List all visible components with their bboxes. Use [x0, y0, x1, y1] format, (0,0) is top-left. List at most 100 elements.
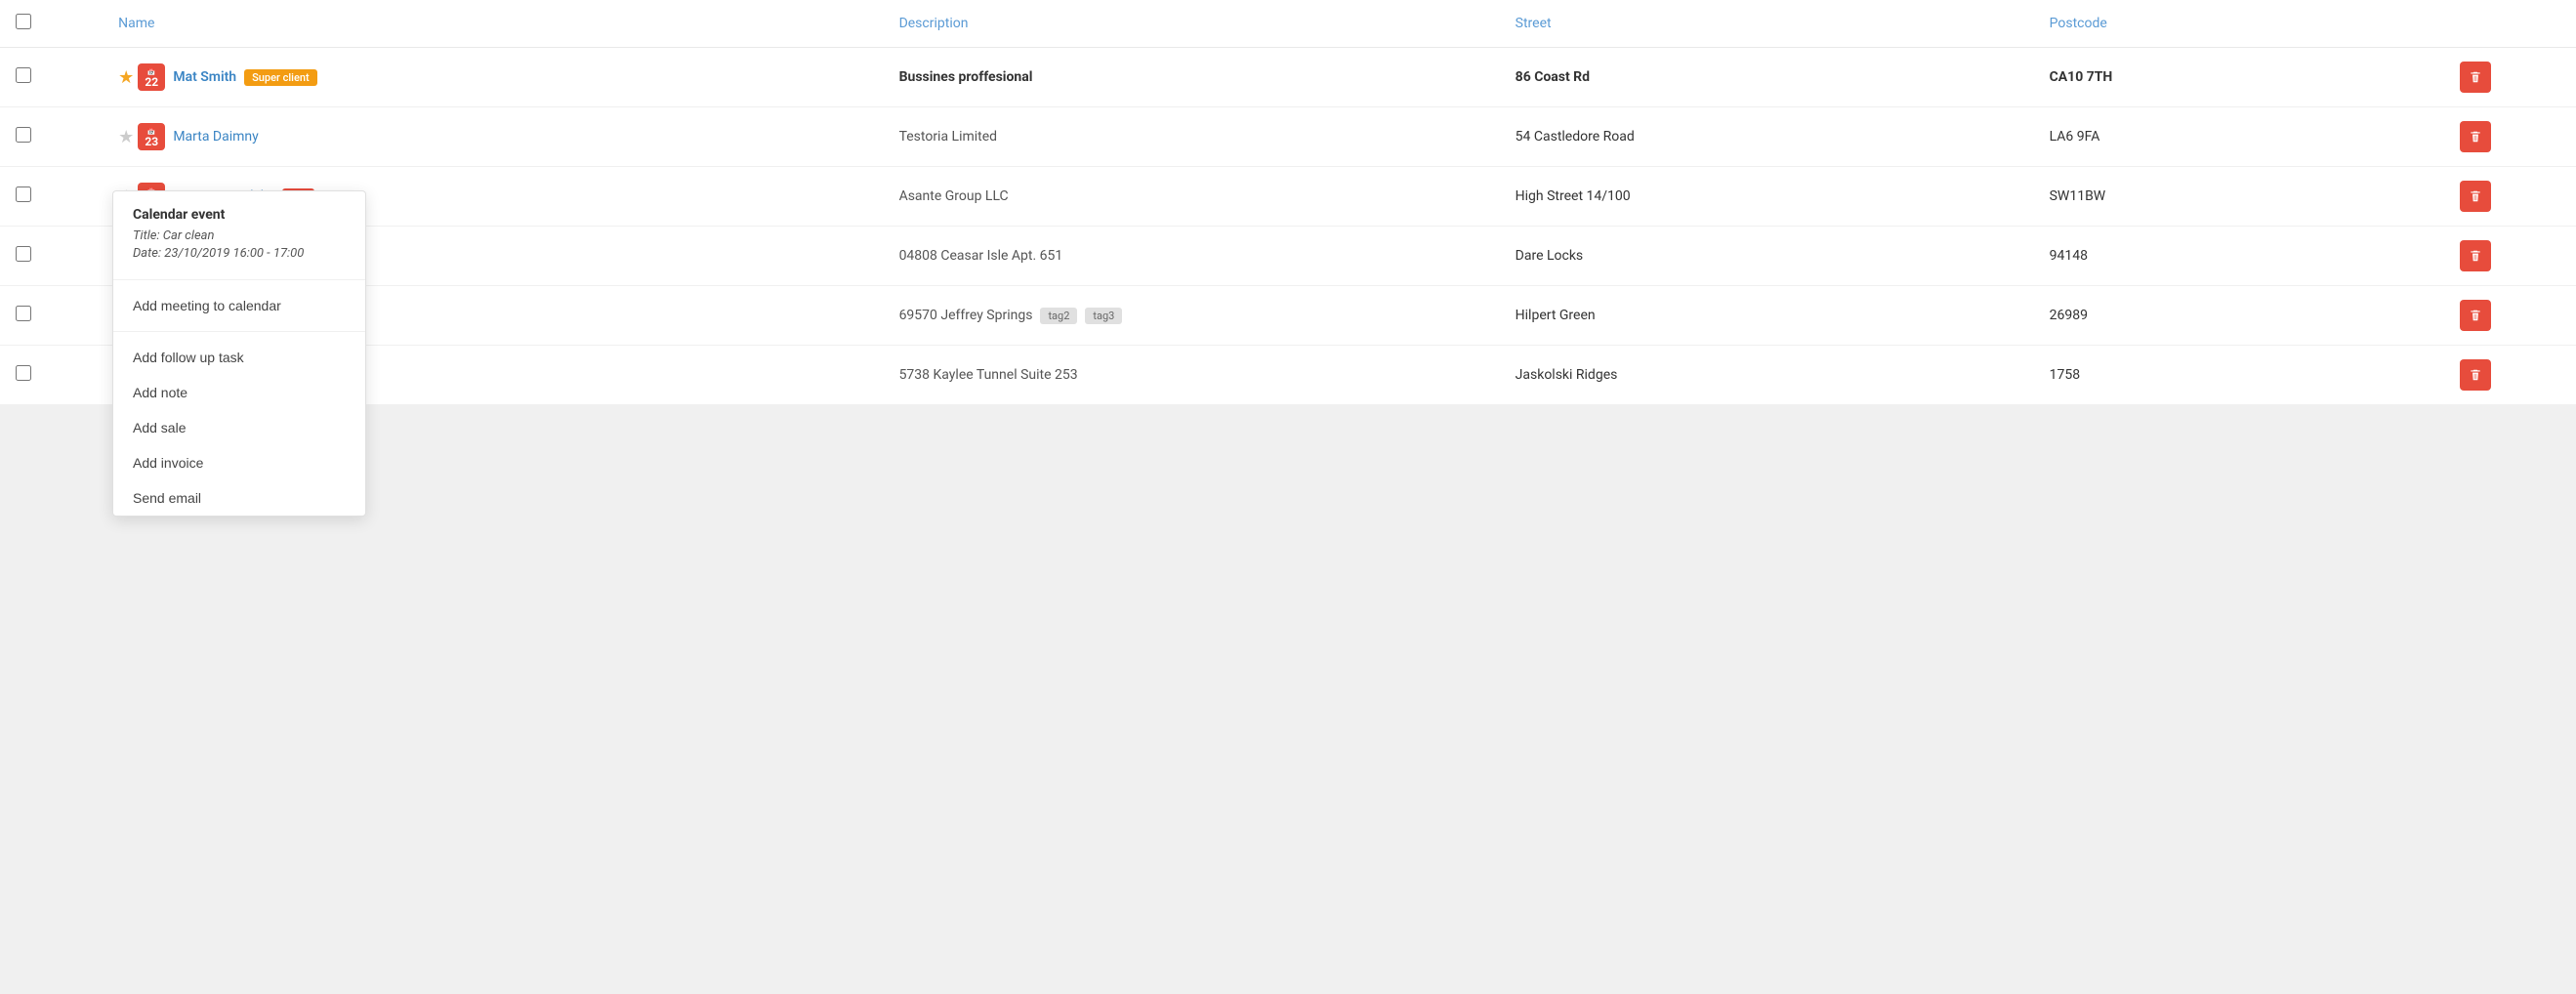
table-row: ★📅23Martin KowalskyVIPAsante Group LLCHi… [0, 167, 2576, 227]
calendar-icon[interactable]: 📅22 [138, 63, 165, 91]
row-checkbox[interactable] [16, 246, 31, 262]
calendar-icon[interactable]: 📅23 [138, 123, 165, 150]
delete-button[interactable] [2460, 181, 2491, 212]
row-description-cell: 5738 Kaylee Tunnel Suite 253 [884, 346, 1500, 405]
row-street-cell: Hilpert Green [1500, 286, 2034, 346]
delete-button[interactable] [2460, 300, 2491, 331]
popup-header: Calendar event Title: Car clean Date: 23… [113, 191, 365, 271]
row-checkbox-cell [0, 48, 103, 107]
popup-menu-item[interactable]: Add invoice [113, 445, 365, 480]
delete-button[interactable] [2460, 240, 2491, 271]
row-description-cell: 69570 Jeffrey Springs tag2 tag3 [884, 286, 1500, 346]
row-description-cell: Testoria Limited [884, 107, 1500, 167]
street-text: 86 Coast Rd [1516, 69, 1590, 85]
table-row: ★📅22 Mat Smith Super client Bussines proffe… [0, 48, 2576, 107]
description-text: Testoria Limited [899, 129, 998, 145]
row-postcode-cell: CA10 7TH [2034, 48, 2445, 107]
description-text: 69570 Jeffrey Springs [899, 308, 1033, 323]
street-text: Jaskolski Ridges [1516, 367, 1618, 383]
popup-menu-item[interactable]: Add meeting to calendar [113, 288, 365, 323]
table-row: ★📅23 Marta Daimny Testoria Limited 54 Castl… [0, 107, 2576, 167]
row-street-cell: Jaskolski Ridges [1500, 346, 2034, 405]
tag-item: tag3 [1085, 308, 1122, 324]
delete-button[interactable] [2460, 121, 2491, 152]
postcode-text: CA10 7TH [2050, 69, 2113, 85]
popup-menu-item[interactable]: Add note [113, 375, 365, 410]
header-postcode: Postcode [2034, 0, 2445, 48]
postcode-text: 26989 [2050, 308, 2088, 323]
tags-wrap: tag2 tag3 [1040, 308, 1126, 324]
row-actions-cell [2444, 167, 2576, 227]
row-postcode-cell: 1758 [2034, 346, 2445, 405]
row-checkbox[interactable] [16, 306, 31, 321]
row-actions-cell [2444, 346, 2576, 405]
row-postcode-cell: LA6 9FA [2034, 107, 2445, 167]
row-street-cell: 54 Castledore Road [1500, 107, 2034, 167]
row-checkbox[interactable] [16, 186, 31, 202]
star-empty-icon[interactable]: ★ [118, 127, 134, 147]
contact-name-link[interactable]: Marta Daimny [173, 129, 258, 145]
delete-button[interactable] [2460, 62, 2491, 93]
row-actions-cell [2444, 48, 2576, 107]
popup-menu-divider [113, 331, 365, 332]
header-street: Street [1500, 0, 2034, 48]
select-all-checkbox[interactable] [16, 14, 31, 29]
popup-menu-item[interactable]: Add sale [113, 410, 365, 445]
description-text: 5738 Kaylee Tunnel Suite 253 [899, 367, 1078, 383]
row-description-cell: 04808 Ceasar Isle Apt. 651 [884, 227, 1500, 286]
row-checkbox-cell [0, 167, 103, 227]
row-name-cell: ★📅23 Marta Daimny [103, 107, 883, 167]
contacts-table: Name Description Street Postcode ★📅22Mat… [0, 0, 2576, 405]
row-street-cell: High Street 14/100 [1500, 167, 2034, 227]
header-actions [2444, 0, 2576, 48]
popup-event-title: Calendar event [133, 207, 346, 223]
popup-event-date: Date: 23/10/2019 16:00 - 17:00 [133, 246, 346, 261]
row-description-cell: Bussines proffesional [884, 48, 1500, 107]
row-street-cell: Dare Locks [1500, 227, 2034, 286]
row-street-cell: 86 Coast Rd [1500, 48, 2034, 107]
row-description-cell: Asante Group LLC [884, 167, 1500, 227]
row-checkbox-cell [0, 286, 103, 346]
popup-divider [113, 279, 365, 280]
row-actions-cell [2444, 107, 2576, 167]
header-checkbox-col [0, 0, 103, 48]
popup-menu-item[interactable]: Add follow up task [113, 340, 365, 375]
row-postcode-cell: SW11BW [2034, 167, 2445, 227]
name-cell-wrap: ★📅22 Mat Smith Super client [118, 63, 867, 91]
row-checkbox[interactable] [16, 365, 31, 381]
street-text: Dare Locks [1516, 248, 1584, 264]
popup-menu: Add meeting to calendar Add follow up tas… [113, 288, 365, 516]
name-cell-wrap: ★📅23 Marta Daimny [118, 123, 867, 150]
row-checkbox[interactable] [16, 127, 31, 143]
street-text: Hilpert Green [1516, 308, 1596, 323]
delete-button[interactable] [2460, 359, 2491, 391]
header-name: Name [103, 0, 883, 48]
contact-name-link[interactable]: Mat Smith [173, 69, 236, 85]
calendar-popup[interactable]: Calendar event Title: Car clean Date: 23… [112, 190, 366, 517]
row-checkbox-cell [0, 107, 103, 167]
super-client-badge: Super client [244, 69, 317, 86]
header-description: Description [884, 0, 1500, 48]
popup-event-title-detail: Title: Car clean [133, 228, 346, 243]
row-checkbox-cell [0, 346, 103, 405]
street-text: 54 Castledore Road [1516, 129, 1635, 145]
row-postcode-cell: 94148 [2034, 227, 2445, 286]
row-actions-cell [2444, 227, 2576, 286]
description-text: Bussines proffesional [899, 69, 1033, 85]
table-row: ★5738 Kaylee Tunnel Suite 253Jaskolski R… [0, 346, 2576, 405]
star-filled-icon[interactable]: ★ [118, 67, 134, 88]
postcode-text: LA6 9FA [2050, 129, 2100, 145]
table-row: ★04808 Ceasar Isle Apt. 651Dare Locks941… [0, 227, 2576, 286]
row-name-cell: ★📅22 Mat Smith Super client [103, 48, 883, 107]
street-text: High Street 14/100 [1516, 188, 1631, 204]
description-text: 04808 Ceasar Isle Apt. 651 [899, 248, 1063, 264]
row-checkbox[interactable] [16, 67, 31, 83]
tag-item: tag2 [1040, 308, 1077, 324]
postcode-text: 1758 [2050, 367, 2080, 383]
popup-menu-item[interactable]: Send email [113, 480, 365, 516]
description-text: Asante Group LLC [899, 188, 1009, 204]
row-actions-cell [2444, 286, 2576, 346]
contacts-table-container: Name Description Street Postcode ★📅22Mat… [0, 0, 2576, 405]
table-row: ★69570 Jeffrey Springstag2tag3Hilpert Gr… [0, 286, 2576, 346]
postcode-text: 94148 [2050, 248, 2088, 264]
